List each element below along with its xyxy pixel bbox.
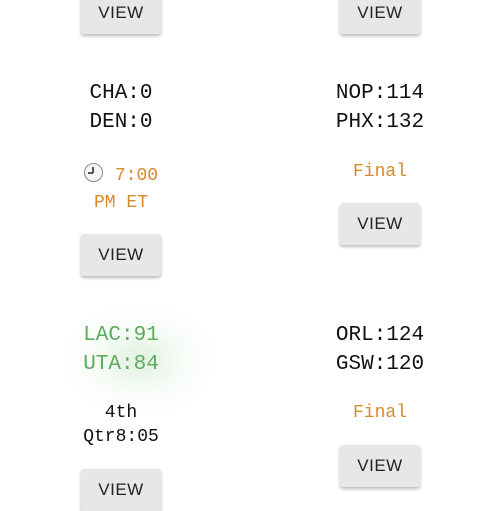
view-button[interactable]: VIEW [340,0,420,34]
view-button[interactable]: VIEW [340,203,420,245]
team-score: PHX:132 [335,111,425,134]
team-score: DEN:0 [89,111,153,134]
game-time: 7:00 [21,163,221,189]
team-score: NOP:114 [335,82,425,105]
team-score: CHA:0 [89,82,153,105]
game-quarter: 4th [104,403,138,423]
team-score: GSW:120 [335,353,425,376]
team-score: ORL:124 [335,324,425,347]
game-time-period: PM ET [93,193,148,213]
view-button[interactable]: VIEW [340,445,420,487]
team-score: UTA:84 [83,353,159,376]
view-button[interactable]: VIEW [81,0,161,34]
view-button[interactable]: VIEW [81,234,161,276]
game-clock: Qtr8:05 [83,427,159,447]
view-button[interactable]: VIEW [81,469,161,511]
team-score: LAC:91 [83,324,159,347]
game-status: Final [352,162,407,182]
game-status: Final [352,403,407,423]
clock-icon [83,163,103,182]
